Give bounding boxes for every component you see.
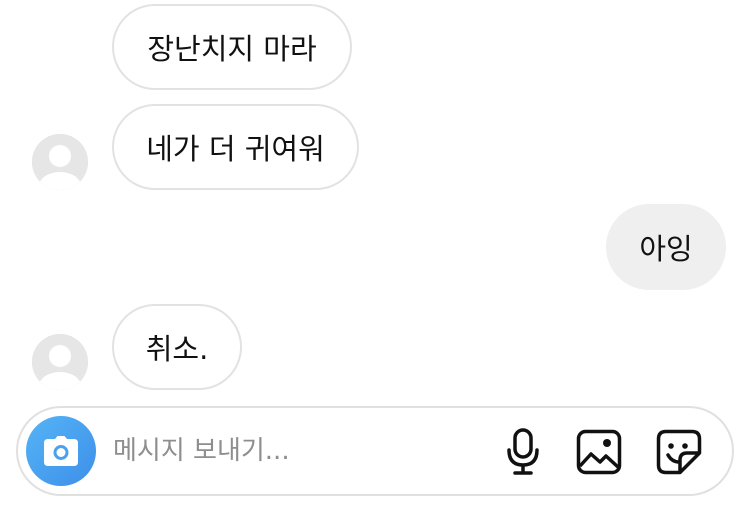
microphone-icon — [507, 428, 539, 475]
default-avatar-icon — [32, 334, 88, 390]
message-input[interactable] — [113, 428, 483, 474]
message-text: 취소. — [145, 332, 209, 366]
message-bubble-incoming[interactable]: 네가 더 귀여워 — [112, 104, 359, 190]
sticker-icon — [656, 429, 702, 475]
default-avatar-icon — [32, 134, 88, 190]
voice-message-button[interactable] — [498, 427, 548, 477]
sender-avatar[interactable] — [32, 134, 88, 190]
chat-thread: 장난치지 마라 네가 더 귀여워 아잉 취소. — [0, 0, 750, 511]
message-text: 아잉 — [639, 232, 693, 266]
camera-icon — [44, 436, 78, 466]
image-icon — [576, 429, 622, 475]
sender-avatar[interactable] — [32, 334, 88, 390]
message-bubble-outgoing[interactable]: 아잉 — [606, 204, 726, 290]
message-text: 장난치지 마라 — [147, 32, 317, 66]
message-text: 네가 더 귀여워 — [146, 132, 325, 166]
sticker-button[interactable] — [654, 427, 704, 477]
message-bubble-incoming[interactable]: 장난치지 마라 — [112, 4, 352, 90]
message-composer — [16, 406, 734, 496]
message-bubble-incoming[interactable]: 취소. — [112, 304, 242, 390]
camera-button[interactable] — [26, 416, 96, 486]
gallery-button[interactable] — [574, 427, 624, 477]
